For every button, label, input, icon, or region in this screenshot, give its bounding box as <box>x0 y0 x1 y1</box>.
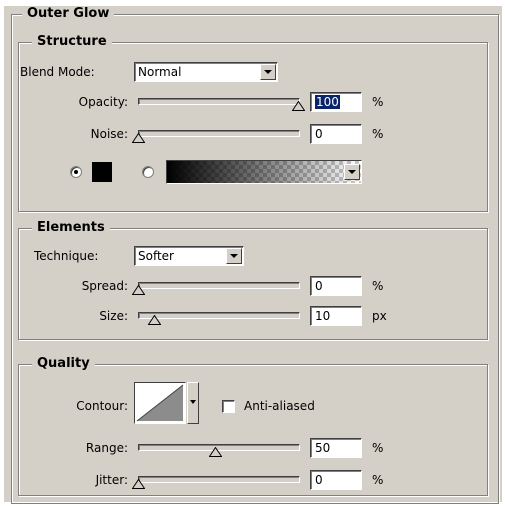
contour-dropdown-button[interactable] <box>187 382 199 424</box>
contour-curve-icon <box>136 384 184 422</box>
opacity-unit: % <box>372 95 384 109</box>
noise-slider-track[interactable] <box>138 130 300 137</box>
elements-title: Elements <box>32 220 110 236</box>
range-value: 50 <box>315 441 331 455</box>
anti-aliased-checkbox[interactable] <box>222 400 235 413</box>
chevron-down-icon[interactable] <box>226 248 242 264</box>
chevron-down-icon[interactable] <box>344 164 360 180</box>
chevron-down-icon[interactable] <box>260 64 276 80</box>
jitter-input[interactable]: 0 <box>310 470 362 490</box>
size-unit: px <box>372 309 387 323</box>
solid-color-radio[interactable] <box>70 166 82 178</box>
jitter-slider-thumb[interactable] <box>132 479 145 489</box>
opacity-slider-thumb[interactable] <box>292 101 305 111</box>
range-label: Range: <box>85 441 128 455</box>
solid-color-swatch[interactable] <box>92 162 112 182</box>
outer-glow-panel: Outer Glow Structure Blend Mode: Normal … <box>4 6 502 504</box>
spread-label: Spread: <box>81 279 128 293</box>
quality-title: Quality <box>32 356 95 372</box>
spread-input[interactable]: 0 <box>310 276 362 296</box>
size-input[interactable]: 10 <box>310 306 362 326</box>
technique-label: Technique: <box>34 249 99 263</box>
jitter-unit: % <box>372 473 384 487</box>
spread-unit: % <box>372 279 384 293</box>
noise-input[interactable]: 0 <box>310 124 362 144</box>
size-slider-track[interactable] <box>138 312 300 319</box>
range-input[interactable]: 50 <box>310 438 362 458</box>
jitter-value: 0 <box>315 473 323 487</box>
anti-aliased-label: Anti-aliased <box>244 399 315 413</box>
range-slider-thumb[interactable] <box>209 447 222 457</box>
blend-mode-label: Blend Mode: <box>20 65 95 79</box>
blend-mode-select[interactable]: Normal <box>134 62 278 82</box>
gradient-radio[interactable] <box>142 166 154 178</box>
noise-label: Noise: <box>90 127 128 141</box>
size-value: 10 <box>315 309 331 323</box>
contour-label: Contour: <box>76 399 128 413</box>
blend-mode-value: Normal <box>138 65 182 79</box>
opacity-slider-track[interactable] <box>138 98 300 105</box>
opacity-input[interactable]: 100 <box>310 92 362 112</box>
technique-select[interactable]: Softer <box>134 246 244 266</box>
spread-slider-track[interactable] <box>138 282 300 289</box>
range-unit: % <box>372 441 384 455</box>
contour-preview[interactable] <box>134 382 186 424</box>
outer-glow-title: Outer Glow <box>22 6 115 22</box>
structure-title: Structure <box>32 34 112 50</box>
noise-slider-thumb[interactable] <box>132 133 145 143</box>
jitter-slider-track[interactable] <box>138 476 300 483</box>
spread-value: 0 <box>315 279 323 293</box>
size-slider-thumb[interactable] <box>148 315 161 325</box>
size-label: Size: <box>99 309 128 323</box>
technique-value: Softer <box>138 249 174 263</box>
noise-unit: % <box>372 127 384 141</box>
noise-value: 0 <box>315 127 323 141</box>
opacity-label: Opacity: <box>78 95 128 109</box>
spread-slider-thumb[interactable] <box>132 285 145 295</box>
gradient-preview[interactable] <box>166 160 362 184</box>
opacity-value: 100 <box>315 95 340 109</box>
jitter-label: Jitter: <box>95 473 128 487</box>
